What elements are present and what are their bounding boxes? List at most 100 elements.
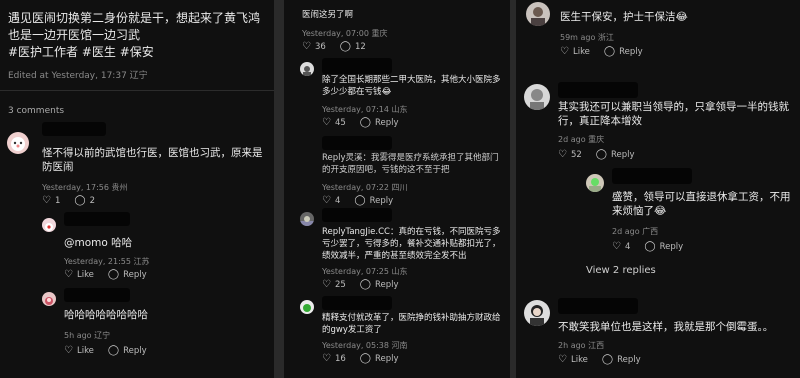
reply-button[interactable]: Reply — [617, 355, 641, 365]
reply-button[interactable]: Reply — [123, 270, 147, 280]
comment-meta: Yesterday, 07:14 山东 — [322, 105, 408, 114]
heart-icon[interactable]: ♡ — [302, 42, 311, 52]
comment-meta: Yesterday, 17:56 贵州 — [42, 183, 128, 192]
comment-text: 其实我还可以兼职当领导的，只拿领导一半的钱就行，真正降本增效 — [558, 101, 789, 127]
heart-icon[interactable]: ♡ — [322, 354, 331, 364]
like-count: 25 — [334, 280, 346, 290]
reply-button[interactable]: Reply — [611, 150, 635, 160]
redacted-username — [322, 208, 392, 222]
like-button[interactable]: Like — [77, 270, 94, 280]
reply-count: 12 — [355, 42, 366, 52]
comment-icon[interactable]: ◯ — [360, 354, 371, 364]
comment-actions: ♡ 4 ◯ Reply — [612, 242, 684, 253]
comment-icon[interactable]: ◯ — [602, 355, 613, 365]
heart-icon[interactable]: ♡ — [560, 47, 569, 57]
like-count: 4 — [624, 242, 631, 252]
reply-button[interactable]: Reply — [660, 242, 684, 252]
comment-icon[interactable]: ◯ — [108, 346, 119, 356]
heart-icon[interactable]: ♡ — [558, 150, 567, 160]
reply-button[interactable]: Reply — [375, 118, 399, 128]
comment-actions: ♡ 1 ◯ 2 — [42, 196, 96, 207]
comment-meta: 2d ago 广西 — [612, 227, 659, 236]
comments-count: 3 comments — [8, 106, 65, 116]
comment-text: 不敢笑我单位也是这样，我就是那个倒霉蛋。。 — [558, 321, 774, 333]
comment-actions: ♡ 16 ◯ Reply — [322, 354, 399, 365]
avatar[interactable] — [300, 300, 314, 314]
avatar[interactable] — [526, 2, 550, 26]
comment-text: 除了全国长期那些二甲大医院，其他大小医院多多少少都在亏钱😂 — [322, 75, 501, 97]
like-count: 45 — [334, 118, 346, 128]
comment-text: 医生干保安，护士干保洁😂 — [560, 11, 688, 23]
comment-text: 盛赞，领导可以直接退休拿工资，不用来烦恼了😂 — [612, 191, 791, 217]
heart-icon[interactable]: ♡ — [322, 280, 331, 290]
heart-icon[interactable]: ♡ — [558, 355, 567, 365]
like-count: 52 — [570, 150, 582, 160]
comment-actions: ♡ Like ◯ Reply — [560, 47, 643, 58]
comment-meta: 59m ago 浙江 — [560, 33, 614, 42]
comment-actions: ♡ 25 ◯ Reply — [322, 280, 399, 291]
comment-text: Reply灵溪：我雾得是医疗系统承担了其他部门的开支原因吧，亏钱的这不至于把 — [322, 153, 499, 175]
avatar[interactable] — [586, 174, 604, 192]
comment-text: 医闹这另了啊 — [302, 10, 354, 20]
panel-thread: 医生干保安，护士干保洁😂 59m ago 浙江 ♡ Like ◯ Reply 其… — [516, 0, 800, 378]
comment-meta: Yesterday, 07:22 四川 — [322, 183, 408, 192]
reply-button[interactable]: Reply — [370, 196, 394, 206]
comment-meta: 2h ago 江西 — [558, 341, 605, 350]
avatar[interactable] — [524, 84, 550, 110]
heart-icon[interactable]: ♡ — [612, 242, 621, 252]
heart-icon[interactable]: ♡ — [64, 270, 73, 280]
redacted-username — [612, 168, 692, 184]
reply-button[interactable]: Reply — [375, 354, 399, 364]
comment-icon[interactable]: ◯ — [340, 42, 351, 52]
comment-meta: Yesterday, 07:25 山东 — [322, 267, 408, 276]
comment-actions: ♡ Like ◯ Reply — [64, 270, 147, 281]
avatar[interactable] — [300, 212, 314, 226]
redacted-username — [64, 212, 130, 226]
avatar[interactable] — [7, 132, 29, 154]
post-edited: Edited at Yesterday, 17:37 辽宁 — [8, 71, 148, 81]
like-count: 1 — [54, 196, 61, 206]
redacted-username — [322, 296, 392, 310]
heart-icon[interactable]: ♡ — [64, 346, 73, 356]
avatar[interactable] — [42, 292, 56, 306]
heart-icon[interactable]: ♡ — [322, 118, 331, 128]
comment-icon[interactable]: ◯ — [596, 150, 607, 160]
comment-icon[interactable]: ◯ — [644, 242, 655, 252]
comment-icon[interactable]: ◯ — [360, 118, 371, 128]
comment-actions: ♡ 52 ◯ Reply — [558, 150, 635, 161]
reply-button[interactable]: Reply — [123, 346, 147, 356]
comment-icon[interactable]: ◯ — [108, 270, 119, 280]
reply-count: 2 — [89, 196, 96, 206]
redacted-username — [322, 136, 392, 150]
reply-button[interactable]: Reply — [375, 280, 399, 290]
post-hashtags[interactable]: #医护工作者 #医生 #保安 — [8, 44, 154, 61]
avatar[interactable] — [300, 62, 314, 76]
view-replies-link[interactable]: View 2 replies — [586, 264, 656, 278]
comment-icon[interactable]: ◯ — [604, 47, 615, 57]
comment-meta: Yesterday, 21:55 江苏 — [64, 257, 150, 266]
like-count: 4 — [334, 196, 341, 206]
like-button[interactable]: Like — [571, 355, 588, 365]
like-button[interactable]: Like — [77, 346, 94, 356]
comment-text: 精释支付就改革了，医院挣的钱补助抽方财政给的gwy发工资了 — [322, 313, 501, 335]
reply-button[interactable]: Reply — [619, 47, 643, 57]
heart-icon[interactable]: ♡ — [42, 196, 51, 206]
comment-text: 哈哈哈哈哈哈哈哈 — [64, 309, 148, 321]
comment-icon[interactable]: ◯ — [354, 196, 365, 206]
avatar[interactable] — [42, 218, 56, 232]
comment-icon[interactable]: ◯ — [360, 280, 371, 290]
heart-icon[interactable]: ♡ — [322, 196, 331, 206]
comment-actions: ♡ Like ◯ Reply — [64, 346, 147, 357]
comment-icon[interactable]: ◯ — [74, 196, 85, 206]
avatar[interactable] — [524, 300, 550, 326]
comment-actions: ♡ 4 ◯ Reply — [322, 196, 394, 207]
redacted-username — [322, 58, 392, 74]
like-button[interactable]: Like — [573, 47, 590, 57]
comment-actions: ♡ 45 ◯ Reply — [322, 118, 399, 129]
comment-text: @momo 哈哈 — [64, 237, 133, 249]
redacted-username — [558, 298, 638, 314]
redacted-username — [558, 82, 638, 98]
comment-meta: 2d ago 重庆 — [558, 135, 605, 144]
panel-gap — [274, 0, 284, 378]
comment-meta: Yesterday, 07:00 重庆 — [302, 29, 388, 38]
